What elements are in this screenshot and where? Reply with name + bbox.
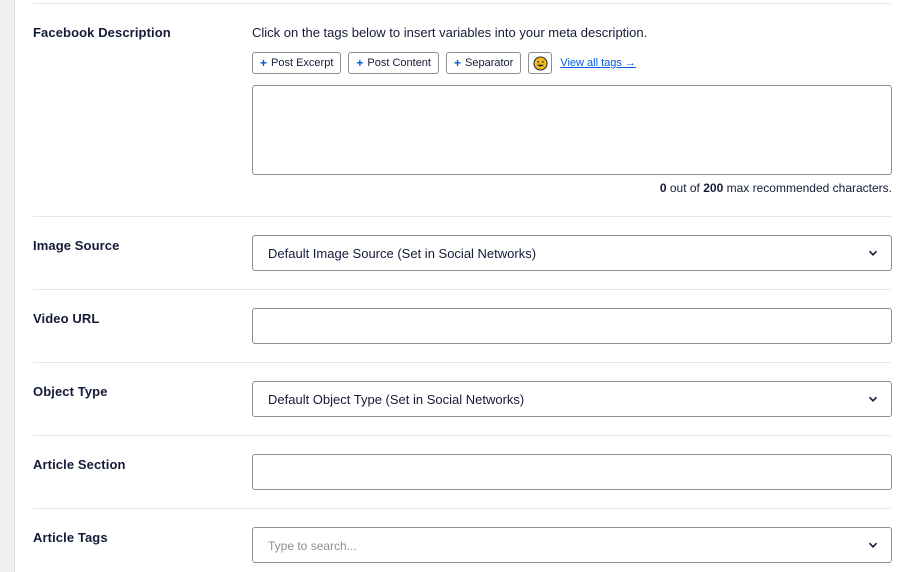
emoji-button[interactable]	[528, 52, 553, 74]
smiley-icon	[533, 55, 548, 71]
tag-button-label: Separator	[465, 57, 514, 69]
article-section-label: Article Section	[33, 457, 126, 472]
article-tags-select[interactable]: Type to search...	[252, 527, 892, 563]
object-type-select[interactable]: Default Object Type (Set in Social Netwo…	[252, 381, 892, 417]
tag-button-separator[interactable]: + Separator	[445, 52, 522, 74]
facebook-description-row: Facebook Description Click on the tags b…	[33, 25, 892, 217]
article-tags-label: Article Tags	[33, 530, 108, 545]
view-all-tags-link[interactable]: View all tags →	[560, 57, 636, 69]
object-type-row: Object Type Default Object Type (Set in …	[33, 381, 892, 436]
article-section-content	[252, 454, 892, 490]
image-source-select[interactable]: Default Image Source (Set in Social Netw…	[252, 235, 892, 271]
facebook-description-textarea[interactable]	[252, 85, 892, 175]
image-source-label: Image Source	[33, 238, 120, 253]
video-url-label: Video URL	[33, 311, 100, 326]
object-type-label: Object Type	[33, 384, 108, 399]
article-section-input[interactable]	[252, 454, 892, 490]
article-tags-row: Article Tags Type to search...	[33, 527, 892, 572]
article-section-row: Article Section	[33, 454, 892, 509]
object-type-value: Default Object Type (Set in Social Netwo…	[268, 392, 525, 407]
facebook-description-label: Facebook Description	[33, 25, 171, 40]
plus-icon: +	[453, 56, 461, 70]
char-count-value: 0	[659, 181, 667, 195]
character-counter: 0 out of 200 max recommended characters.	[252, 181, 892, 195]
tag-button-label: Post Excerpt	[271, 57, 334, 69]
image-source-row: Image Source Default Image Source (Set i…	[33, 235, 892, 290]
video-url-row: Video URL	[33, 308, 892, 363]
image-source-value: Default Image Source (Set in Social Netw…	[268, 246, 537, 261]
object-type-content: Default Object Type (Set in Social Netwo…	[252, 381, 892, 417]
chevron-down-icon	[868, 542, 878, 548]
article-tags-content: Type to search...	[252, 527, 892, 563]
tag-button-label: Post Content	[367, 57, 431, 69]
chevron-down-icon	[868, 396, 878, 402]
char-max-value: 200	[703, 181, 724, 195]
video-url-input[interactable]	[252, 308, 892, 344]
char-count-middle: out of	[666, 181, 704, 195]
facebook-description-content: Click on the tags below to insert variab…	[252, 25, 892, 195]
image-source-content: Default Image Source (Set in Social Netw…	[252, 235, 892, 271]
plus-icon: +	[356, 56, 364, 70]
chevron-down-icon	[868, 250, 878, 256]
tag-button-post-excerpt[interactable]: + Post Excerpt	[252, 52, 342, 74]
video-url-content	[252, 308, 892, 344]
char-count-suffix: max recommended characters.	[723, 181, 892, 195]
plus-icon: +	[260, 56, 268, 70]
tag-bar: + Post Excerpt + Post Content + Separato…	[252, 52, 892, 74]
article-tags-placeholder: Type to search...	[268, 539, 357, 553]
facebook-description-help: Click on the tags below to insert variab…	[252, 25, 648, 40]
top-divider	[33, 3, 891, 4]
tag-button-post-content[interactable]: + Post Content	[348, 52, 439, 74]
